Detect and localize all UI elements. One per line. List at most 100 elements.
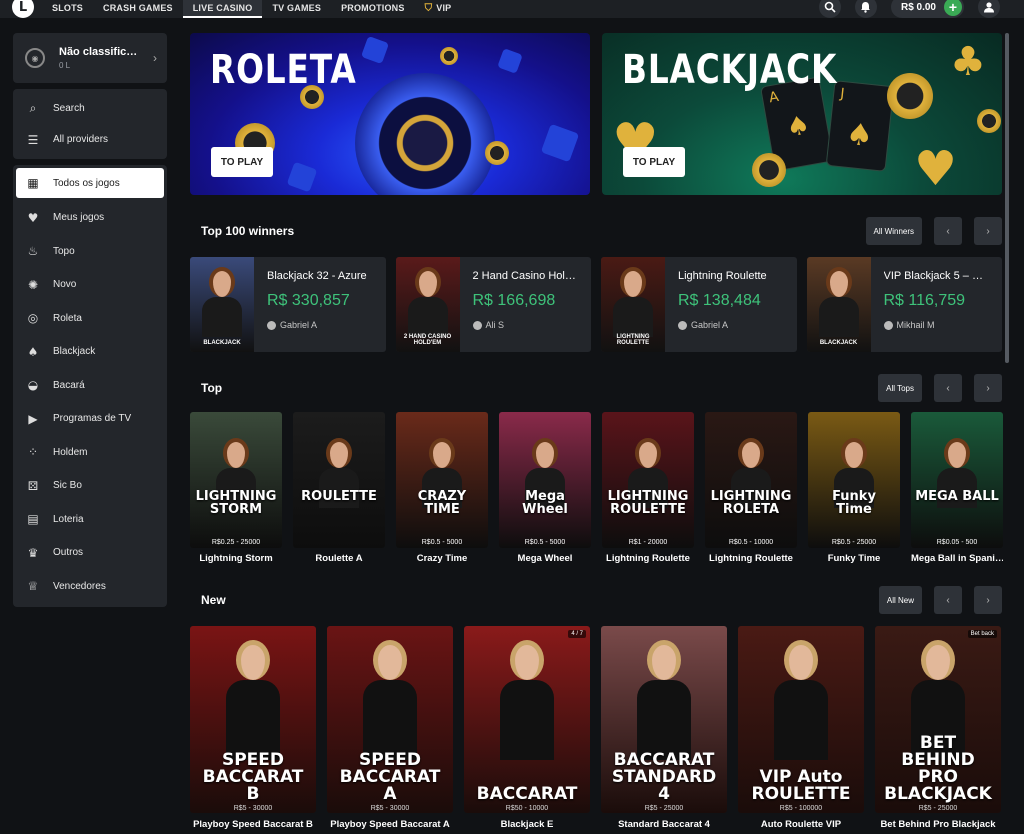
site-logo[interactable]: L — [12, 0, 34, 18]
bet-limit: R$0.5 - 10000 — [728, 539, 774, 546]
nav-crash-games[interactable]: CRASH GAMES — [93, 0, 183, 18]
next-arrow-icon[interactable]: › — [974, 217, 1002, 245]
sidebar-item-top[interactable]: ♨ Topo — [13, 235, 167, 269]
notifications-button[interactable] — [854, 0, 877, 18]
sidebar-item-holdem[interactable]: ⁘ Holdem — [13, 436, 167, 470]
chip-art — [485, 141, 509, 165]
winner-card[interactable]: 2 HAND CASINO HOLD'EM 2 Hand Casino Hol… R… — [395, 257, 591, 352]
dice-art — [286, 161, 318, 193]
dealer-art — [818, 267, 859, 337]
winner-card[interactable]: LIGHTNING ROULETTE Lightning Roulette R$ 1… — [601, 257, 797, 352]
search-icon: ⌕ — [29, 101, 37, 115]
next-arrow-icon[interactable]: › — [974, 586, 1002, 614]
game-thumbnail[interactable]: SPEED BACCARAT A R$5 - 30000 — [327, 626, 453, 813]
sidebar-item-roulette[interactable]: ◎ Roleta — [13, 302, 167, 336]
game-card[interactable]: SPEED BACCARAT A R$5 - 30000 Playboy Speed… — [327, 626, 453, 830]
game-card[interactable]: 4 / 7 BACCARAT R$50 - 10000 Blackjack E — [464, 626, 590, 830]
sidebar-item-winners[interactable]: ♕ Vencedores — [13, 570, 167, 604]
to-play-button[interactable]: TO PLAY — [623, 147, 685, 177]
game-thumbnail[interactable]: Funky Time R$0.5 - 25000 — [808, 412, 900, 548]
search-button[interactable] — [818, 0, 841, 18]
level-badge-icon: ◉ — [25, 48, 45, 68]
winner-info: Blackjack 32 - Azure R$ 330,857 Gabriel A — [254, 257, 386, 352]
all-tops-button[interactable]: All Tops — [878, 374, 922, 402]
game-thumbnail[interactable]: MEGA BALL R$0.05 - 500 — [911, 412, 1003, 548]
sidebar-all-providers[interactable]: ☰ All providers — [13, 124, 167, 155]
user-icon — [883, 320, 893, 330]
new-games-row: SPEED BACCARAT B R$5 - 30000 Playboy Speed… — [190, 626, 1002, 830]
game-thumbnail[interactable]: LIGHTNING ROULETTE R$1 - 20000 — [602, 412, 694, 548]
deposit-plus-icon[interactable]: + — [944, 0, 962, 16]
sidebar-item-others[interactable]: ♛ Outros — [13, 536, 167, 570]
winner-thumbnail: BLACKJACK — [190, 257, 254, 352]
nav-vip[interactable]: ⛉ VIP — [415, 0, 462, 18]
playing-card-art: J ♠ — [825, 80, 895, 172]
sidebar-item-sic-bo[interactable]: ⚄ Sic Bo — [13, 469, 167, 503]
bet-limit: R$5 - 25000 — [918, 805, 958, 812]
game-logo-text: BACCARAT — [476, 784, 578, 804]
banner-roleta[interactable]: ROLETA TO PLAY — [190, 33, 590, 195]
bet-limit: R$0.25 - 25000 — [211, 539, 261, 546]
all-winners-button[interactable]: All Winners — [865, 217, 922, 245]
sliders-icon: ☰ — [27, 132, 39, 147]
nav-promotions[interactable]: PROMOTIONS — [331, 0, 415, 18]
winner-user-name: Gabriel A — [280, 320, 318, 330]
balance-pill[interactable]: R$ 0.00 + — [890, 0, 964, 18]
game-card[interactable]: CRAZY TIME R$0.5 - 5000 Crazy Time — [396, 412, 488, 564]
winner-card[interactable]: BLACKJACK VIP Blackjack 5 – … R$ 116,759 Mi… — [806, 257, 1002, 352]
game-card[interactable]: Mega Wheel R$0.5 - 5000 Mega Wheel — [499, 412, 591, 564]
sidebar-providers-label: All providers — [53, 134, 109, 145]
winner-amount: R$ 166,698 — [472, 292, 556, 309]
nav-tv-games[interactable]: TV GAMES — [262, 0, 331, 18]
sidebar-item-my-games[interactable]: ♥ Meus jogos — [13, 201, 167, 235]
game-thumbnail[interactable]: SPEED BACCARAT B R$5 - 30000 — [190, 626, 316, 813]
winner-card[interactable]: BLACKJACK Blackjack 32 - Azure R$ 330,857 G… — [190, 257, 386, 352]
game-card[interactable]: BACCARAT STANDARD 4 R$5 - 25000 Standard B… — [601, 626, 727, 830]
sidebar-item-lottery[interactable]: ▤ Loteria — [13, 503, 167, 537]
nav-right: R$ 0.00 + — [805, 0, 1024, 18]
game-thumbnail[interactable]: VIP Auto ROULETTE R$5 - 100000 — [738, 626, 864, 813]
next-arrow-icon[interactable]: › — [974, 374, 1002, 402]
nav-live-casino[interactable]: LIVE CASINO — [182, 0, 263, 18]
game-card[interactable]: ROULETTE Roulette A — [293, 412, 385, 564]
top-header: Top All Tops ‹ › — [190, 374, 1002, 402]
top-nav: L SLOTS CRASH GAMES LIVE CASINO TV GAMES… — [0, 0, 1024, 18]
nav-slots[interactable]: SLOTS — [42, 0, 93, 18]
bet-limit: R$1 - 20000 — [628, 539, 668, 546]
prev-arrow-icon[interactable]: ‹ — [934, 374, 962, 402]
game-thumbnail[interactable]: 4 / 7 BACCARAT R$50 - 10000 — [464, 626, 590, 813]
crown-icon: ♛ — [27, 545, 39, 560]
all-new-button[interactable]: All New — [878, 586, 922, 614]
banner-blackjack[interactable]: A ♠ J ♠ ♥ ♣ ♥ BLACKJACK TO PLAY — [602, 33, 1002, 195]
game-card[interactable]: LIGHTNING ROULETTE R$1 - 20000 Lightning R… — [602, 412, 694, 564]
game-card[interactable]: Funky Time R$0.5 - 25000 Funky Time — [808, 412, 900, 564]
sidebar-search[interactable]: ⌕ Search — [13, 93, 167, 124]
game-card[interactable]: SPEED BACCARAT B R$5 - 30000 Playboy Speed… — [190, 626, 316, 830]
to-play-button[interactable]: TO PLAY — [211, 147, 273, 177]
user-menu-button[interactable] — [978, 0, 1000, 18]
game-thumbnail[interactable]: BACCARAT STANDARD 4 R$5 - 25000 — [601, 626, 727, 813]
page-scrollbar[interactable] — [1005, 33, 1009, 363]
game-thumbnail[interactable]: Bet back BET BEHIND PRO BLACKJACK R$5 - 25… — [875, 626, 1001, 813]
game-thumbnail[interactable]: LIGHTNING ROLETA R$0.5 - 10000 — [705, 412, 797, 548]
game-thumbnail[interactable]: CRAZY TIME R$0.5 - 5000 — [396, 412, 488, 548]
sidebar-item-all-games[interactable]: ▦ Todos os jogos — [16, 168, 164, 198]
game-card[interactable]: LIGHTNING STORM R$0.25 - 25000 Lightning S… — [190, 412, 282, 564]
sidebar-item-new[interactable]: ✺ Novo — [13, 268, 167, 302]
profile-card[interactable]: ◉ Não classific… 0 L › — [13, 33, 167, 83]
thumbnail-label: LIGHTNING ROULETTE — [616, 334, 650, 346]
game-card[interactable]: Bet back BET BEHIND PRO BLACKJACK R$5 - 25… — [875, 626, 1001, 830]
game-thumbnail[interactable]: ROULETTE — [293, 412, 385, 548]
game-thumbnail[interactable]: LIGHTNING STORM R$0.25 - 25000 — [190, 412, 282, 548]
game-card[interactable]: LIGHTNING ROLETA R$0.5 - 10000 Lightning R… — [705, 412, 797, 564]
sidebar-item-baccarat[interactable]: ◒ Bacará — [13, 369, 167, 403]
game-card[interactable]: MEGA BALL R$0.05 - 500 Mega Ball in Spani… — [911, 412, 1003, 564]
sidebar-item-tv-shows[interactable]: ▶ Programas de TV — [13, 402, 167, 436]
prev-arrow-icon[interactable]: ‹ — [934, 586, 962, 614]
winner-info: Lightning Roulette R$ 138,484 Gabriel A — [665, 257, 797, 352]
game-thumbnail[interactable]: Mega Wheel R$0.5 - 5000 — [499, 412, 591, 548]
game-card[interactable]: VIP Auto ROULETTE R$5 - 100000 Auto Roulet… — [738, 626, 864, 830]
grid-icon: ▦ — [27, 176, 39, 190]
sidebar-item-blackjack[interactable]: ♠ Blackjack — [13, 335, 167, 369]
prev-arrow-icon[interactable]: ‹ — [934, 217, 962, 245]
